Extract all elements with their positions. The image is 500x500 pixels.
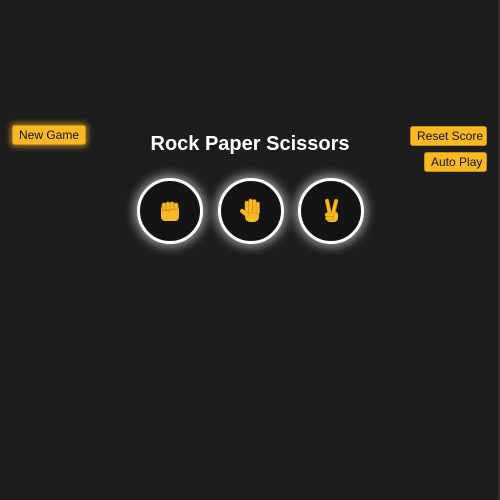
game-screen: New Game Reset Score Auto Play Rock Pape… (0, 0, 500, 500)
game-title: Rock Paper Scissors (150, 133, 350, 155)
open-hand-icon (239, 198, 260, 222)
rock-choice-button[interactable] (137, 178, 203, 244)
victory-hand-icon (324, 198, 339, 222)
scissors-choice-button[interactable] (298, 178, 364, 244)
fist-icon (160, 201, 179, 221)
paper-choice-button[interactable] (218, 178, 284, 244)
